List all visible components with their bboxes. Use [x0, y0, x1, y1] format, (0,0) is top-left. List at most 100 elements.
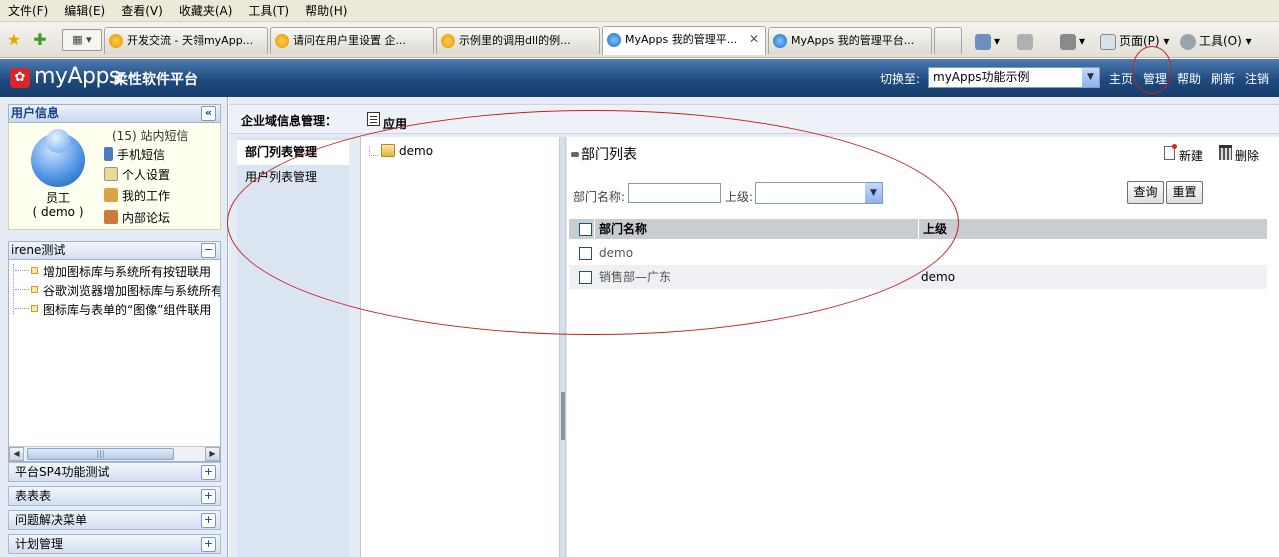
forum-favicon-icon [109, 34, 123, 48]
scroll-right-icon[interactable]: ▶ [205, 447, 220, 461]
tree-expander-icon[interactable] [369, 147, 378, 156]
app-tab[interactable]: 应用 [367, 108, 411, 132]
pane-splitter[interactable] [559, 137, 566, 557]
collapse-sidebar-icon[interactable]: « [201, 106, 216, 121]
new-tab-button[interactable] [934, 27, 962, 54]
app-switch-select[interactable]: myApps功能示例 ▼ [928, 67, 1100, 88]
tab-close-icon[interactable]: ✕ [749, 27, 759, 52]
collapse-icon[interactable] [571, 152, 579, 157]
tools-menu-button[interactable]: 工具(O) ▾ [1180, 30, 1252, 52]
col-parent[interactable]: 上级 [918, 219, 1267, 239]
row-checkbox[interactable] [579, 247, 592, 260]
browser-tab[interactable]: 开发交流 - 天翎myApp... [104, 27, 268, 54]
menu-tree-item[interactable]: 图标库与表单的“图像”组件联用 [15, 301, 211, 318]
collapse-menu-icon[interactable]: − [201, 243, 216, 258]
expand-icon[interactable]: + [201, 465, 216, 480]
accordion-label: 问题解决菜单 [15, 513, 88, 527]
accordion-label: 计划管理 [15, 537, 64, 551]
add-favorite-icon[interactable]: ✚ [30, 30, 50, 50]
sms-label: 手机短信 [117, 148, 166, 162]
tree-root-node[interactable]: demo [369, 144, 433, 158]
home-link[interactable]: 主页 [1109, 70, 1133, 87]
logout-link[interactable]: 注销 [1245, 70, 1269, 87]
home-button[interactable]: ▾ [975, 30, 1000, 52]
menu-item-label: 谷歌浏览器增加图标库与系统所有 [43, 284, 221, 298]
quick-tabs-button[interactable]: ▦ ▾ [62, 29, 102, 51]
tree-node-icon [31, 267, 38, 274]
dept-name-input[interactable] [628, 183, 721, 203]
query-button[interactable]: 查询 [1127, 181, 1164, 204]
menu-view[interactable]: 查看(V) [121, 2, 163, 19]
tools-menu-label: 工具(O) [1199, 34, 1242, 48]
forum-favicon-icon [441, 34, 455, 48]
splitter-handle[interactable] [561, 392, 565, 440]
nav-dept-list[interactable]: 部门列表管理 [237, 140, 349, 165]
grid-header: 部门名称 上级 [569, 219, 1267, 239]
sms-link[interactable]: 手机短信 [104, 146, 165, 163]
accordion-label: 表表表 [15, 489, 52, 503]
menu-help[interactable]: 帮助(H) [305, 2, 347, 19]
menu-panel: 增加图标库与系统所有按钮联用 谷歌浏览器增加图标库与系统所有 图标库与表单的“图… [8, 260, 221, 462]
menu-item-label: 增加图标库与系统所有按钮联用 [43, 265, 212, 279]
forum-link[interactable]: 内部论坛 [104, 209, 170, 226]
parent-select[interactable]: ▼ [755, 182, 883, 204]
tree-node-icon [31, 305, 38, 312]
menu-file[interactable]: 文件(F) [8, 2, 48, 19]
rss-icon [1017, 33, 1033, 50]
browser-tab[interactable]: 示例里的调用dll的例... [436, 27, 600, 54]
menu-tools[interactable]: 工具(T) [248, 2, 289, 19]
dept-name-label: 部门名称: [573, 190, 626, 204]
menu-tree-item[interactable]: 谷歌浏览器增加图标库与系统所有 [15, 282, 221, 299]
manage-annotation-circle [1132, 46, 1172, 94]
new-document-icon [1164, 144, 1177, 160]
horizontal-scrollbar[interactable]: ◀ ||| ▶ [9, 446, 220, 461]
col-dept-name[interactable]: 部门名称 [594, 219, 918, 239]
table-row[interactable]: 销售部—广东 demo [569, 265, 1267, 289]
feeds-button[interactable] [1017, 30, 1036, 52]
expand-icon[interactable]: + [201, 537, 216, 552]
accordion-sp4-test[interactable]: 平台SP4功能测试 + [8, 462, 221, 482]
accordion-problem-menu[interactable]: 问题解决菜单 + [8, 510, 221, 530]
personal-settings-link[interactable]: 个人设置 [104, 166, 170, 183]
chevron-down-icon[interactable]: ▼ [865, 183, 882, 203]
user-id: ( demo ) [32, 205, 84, 219]
menu-favorites[interactable]: 收藏夹(A) [179, 2, 233, 19]
new-button[interactable]: 新建 [1164, 144, 1203, 164]
browser-tab-active[interactable]: MyApps 我的管理平... ✕ [602, 26, 766, 55]
dept-tree-pane: demo [360, 137, 559, 557]
help-link[interactable]: 帮助 [1177, 70, 1201, 87]
accordion-plan-management[interactable]: 计划管理 + [8, 534, 221, 554]
my-work-link[interactable]: 我的工作 [104, 187, 170, 204]
browser-tab[interactable]: MyApps 我的管理平台... [768, 27, 932, 54]
switch-app-label: 切换至: [880, 72, 921, 86]
browser-tab[interactable]: 请问在用户里设置 企... [270, 27, 434, 54]
table-row[interactable]: demo [569, 241, 1267, 265]
expand-icon[interactable]: + [201, 513, 216, 528]
tree-connector [13, 264, 14, 314]
house-icon [104, 210, 118, 224]
personal-settings-label: 个人设置 [122, 168, 171, 182]
home-icon [975, 33, 991, 50]
accordion-table[interactable]: 表表表 + [8, 486, 221, 506]
ie-favicon-icon [773, 34, 787, 48]
menu-edit[interactable]: 编辑(E) [64, 2, 105, 19]
printer-icon [1060, 33, 1076, 50]
select-all-checkbox[interactable] [579, 223, 592, 236]
site-messages-link[interactable]: (15) 站内短信 [112, 127, 188, 144]
delete-button[interactable]: 删除 [1219, 145, 1259, 164]
menu-tree-item[interactable]: 增加图标库与系统所有按钮联用 [15, 263, 211, 280]
parent-label: 上级: [725, 190, 754, 204]
reset-button[interactable]: 重置 [1166, 181, 1203, 204]
favorites-star-icon[interactable]: ★ [4, 30, 24, 50]
scroll-left-icon[interactable]: ◀ [9, 447, 24, 461]
gear-icon [1180, 33, 1196, 50]
scroll-thumb[interactable]: ||| [27, 448, 174, 460]
expand-icon[interactable]: + [201, 489, 216, 504]
chevron-down-icon[interactable]: ▼ [1082, 68, 1099, 87]
row-checkbox[interactable] [579, 271, 592, 284]
cell-dept-name: demo [599, 246, 634, 260]
tree-node-icon [31, 286, 38, 293]
refresh-link[interactable]: 刷新 [1211, 70, 1235, 87]
print-button[interactable]: ▾ [1060, 30, 1085, 52]
nav-user-list[interactable]: 用户列表管理 [237, 165, 349, 190]
